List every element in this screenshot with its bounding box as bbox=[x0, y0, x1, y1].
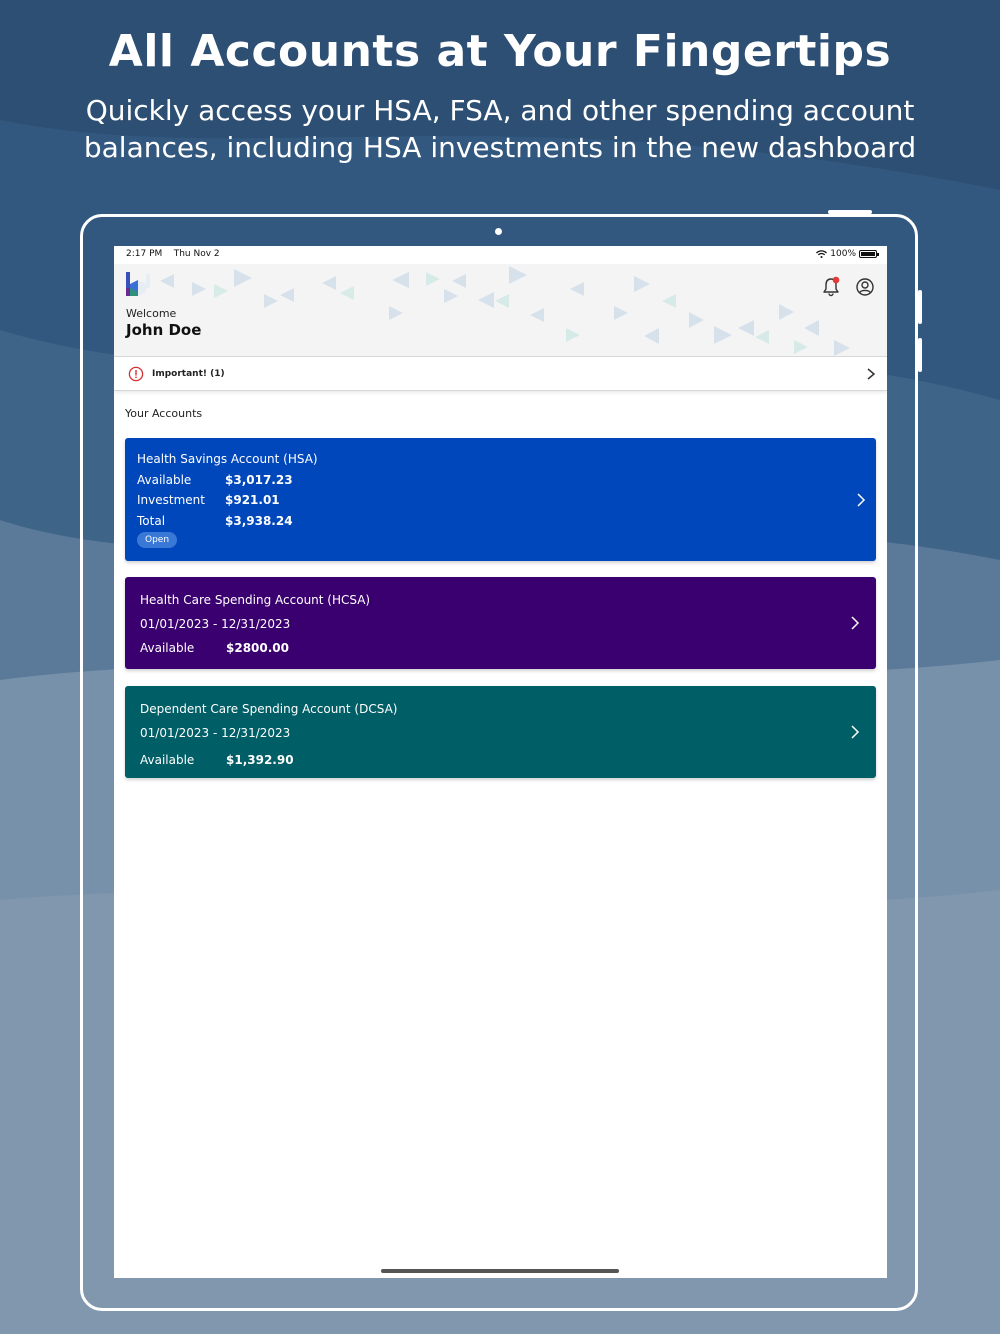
hsa-available-value: $3,017.23 bbox=[225, 473, 293, 487]
tablet-top-button bbox=[828, 210, 872, 214]
dcsa-available-label: Available bbox=[140, 753, 195, 767]
dcsa-period: 01/01/2023 - 12/31/2023 bbox=[140, 726, 291, 740]
hcsa-available-value: $2800.00 bbox=[226, 641, 290, 655]
hcsa-account-card[interactable]: Health Care Spending Account (HCSA) 01/0… bbox=[125, 577, 876, 669]
user-name: John Doe bbox=[126, 321, 202, 339]
dcsa-available-value: $1,392.90 bbox=[226, 753, 294, 767]
notification-bell-icon[interactable] bbox=[820, 276, 842, 298]
hsa-status-badge: Open bbox=[137, 532, 178, 548]
app-logo-icon bbox=[126, 272, 150, 296]
home-indicator[interactable] bbox=[381, 1269, 619, 1273]
hsa-investment-value: $921.01 bbox=[225, 493, 280, 507]
app-screen: 2:17 PM Thu Nov 2 100% Welcome John Doe … bbox=[114, 246, 887, 1278]
hsa-account-card[interactable]: Health Savings Account (HSA) Available $… bbox=[125, 438, 876, 561]
battery-icon bbox=[859, 250, 879, 258]
marketing-subline: Quickly access your HSA, FSA, and other … bbox=[83, 94, 917, 164]
tablet-camera bbox=[495, 228, 502, 235]
important-label: Important! (1) bbox=[152, 369, 225, 379]
chevron-right-icon bbox=[867, 368, 876, 380]
alert-info-icon bbox=[128, 366, 144, 382]
hsa-total-label: Total bbox=[137, 514, 166, 528]
hsa-investment-label: Investment bbox=[137, 493, 205, 507]
tablet-volume-up-button bbox=[918, 290, 922, 324]
status-date-text: Thu Nov 2 bbox=[173, 249, 220, 259]
status-time: 2:17 PM Thu Nov 2 bbox=[126, 249, 220, 259]
hcsa-period: 01/01/2023 - 12/31/2023 bbox=[140, 617, 291, 631]
hsa-available-label: Available bbox=[137, 473, 192, 487]
tablet-volume-down-button bbox=[918, 338, 922, 372]
wifi-icon bbox=[816, 250, 828, 258]
profile-icon[interactable] bbox=[854, 276, 876, 298]
your-accounts-title: Your Accounts bbox=[125, 407, 203, 420]
welcome-label: Welcome bbox=[126, 307, 177, 320]
important-banner[interactable]: Important! (1) bbox=[114, 356, 887, 391]
dcsa-account-name: Dependent Care Spending Account (DCSA) bbox=[140, 702, 398, 716]
hsa-account-name: Health Savings Account (HSA) bbox=[137, 452, 318, 466]
status-time-text: 2:17 PM bbox=[126, 249, 163, 259]
chevron-right-icon bbox=[857, 493, 866, 507]
chevron-right-icon bbox=[851, 725, 860, 739]
dcsa-account-card[interactable]: Dependent Care Spending Account (DCSA) 0… bbox=[125, 686, 876, 778]
header-triangle-pattern bbox=[160, 266, 850, 356]
hcsa-available-label: Available bbox=[140, 641, 195, 655]
hsa-total-value: $3,938.24 bbox=[225, 514, 293, 528]
hcsa-account-name: Health Care Spending Account (HCSA) bbox=[140, 593, 371, 607]
status-bar: 2:17 PM Thu Nov 2 100% bbox=[114, 246, 887, 264]
marketing-headline: All Accounts at Your Fingertips bbox=[108, 26, 892, 77]
battery-percent: 100% bbox=[830, 249, 856, 259]
chevron-right-icon bbox=[851, 616, 860, 630]
welcome-header: Welcome John Doe bbox=[114, 264, 887, 356]
status-indicators: 100% bbox=[816, 249, 879, 259]
